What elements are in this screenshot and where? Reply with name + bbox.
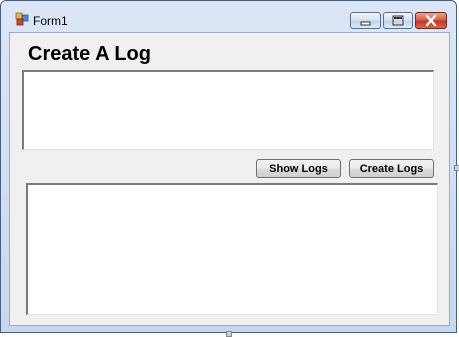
form-client-area: Create A Log Show Logs Create Logs xyxy=(9,32,450,326)
windows-form-icon xyxy=(15,12,29,26)
log-input-textbox[interactable] xyxy=(22,70,434,150)
close-icon xyxy=(425,14,437,27)
window-title: Form1 xyxy=(33,14,68,28)
resize-handle-bottom[interactable] xyxy=(226,331,232,337)
maximize-button[interactable] xyxy=(383,12,413,29)
show-logs-button[interactable]: Show Logs xyxy=(256,159,341,178)
minimize-button[interactable] xyxy=(350,12,381,29)
resize-handle-right[interactable] xyxy=(454,165,459,171)
app-window: Form1 Create A Log Show Logs Create Logs xyxy=(0,0,457,333)
log-output-textbox[interactable] xyxy=(26,183,438,315)
close-button[interactable] xyxy=(415,12,447,29)
maximize-icon xyxy=(392,15,404,26)
title-bar[interactable]: Form1 xyxy=(1,1,456,32)
create-logs-button[interactable]: Create Logs xyxy=(349,159,434,178)
page-title: Create A Log xyxy=(28,43,151,65)
minimize-icon xyxy=(360,21,371,26)
